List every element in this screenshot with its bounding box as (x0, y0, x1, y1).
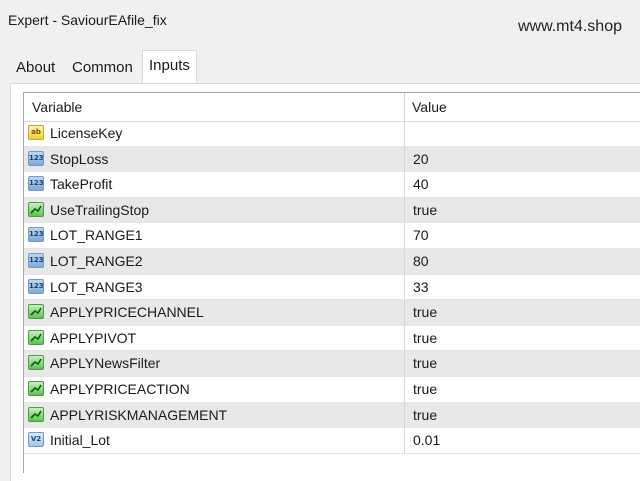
value-cell[interactable]: true (404, 300, 640, 325)
double-type-icon: V2 (28, 432, 44, 448)
tab-inputs[interactable]: Inputs (142, 50, 197, 84)
grid-header: Variable Value (24, 93, 640, 122)
variable-value: 40 (413, 176, 429, 193)
boolean-type-icon (28, 380, 44, 396)
value-cell[interactable]: 20 (404, 146, 640, 172)
variable-cell[interactable]: 123 StopLoss (24, 146, 404, 172)
title-bar: Expert - SaviourEAfile_fix www.mt4.shop (0, 0, 640, 46)
value-cell[interactable]: true (404, 325, 640, 351)
table-row[interactable]: 123 StopLoss 20 (24, 146, 640, 173)
table-row[interactable]: APPLYPRICECHANNEL true (24, 300, 640, 326)
variable-value: 80 (413, 252, 429, 269)
variable-value: true (413, 201, 438, 218)
variable-value: true (413, 355, 438, 372)
table-row[interactable]: APPLYNewsFilter true (24, 351, 640, 377)
variable-name: Initial_Lot (50, 432, 110, 449)
variable-cell[interactable]: ab LicenseKey (24, 121, 404, 146)
tab-common[interactable]: Common (66, 54, 139, 82)
variable-value: 33 (413, 278, 429, 295)
variable-cell[interactable]: 123 LOT_RANGE3 (24, 275, 404, 300)
integer-type-icon: 123 (28, 278, 44, 294)
window-title: Expert - SaviourEAfile_fix (8, 12, 167, 28)
boolean-type-icon (28, 406, 44, 422)
variable-name: LOT_RANGE2 (50, 252, 143, 269)
variable-name: APPLYRISKMANAGEMENT (50, 406, 228, 423)
variable-value: 20 (413, 150, 429, 167)
variable-cell[interactable]: APPLYNewsFilter (24, 351, 404, 376)
table-row[interactable]: APPLYPRICEACTION true (24, 376, 640, 403)
variable-cell[interactable]: 123 LOT_RANGE1 (24, 223, 404, 248)
tab-strip: About Common Inputs (10, 50, 640, 84)
variable-value: true (413, 304, 438, 321)
integer-type-icon: 123 (28, 252, 44, 268)
table-row[interactable]: UseTrailingStop true (24, 197, 640, 224)
table-row[interactable]: 123 LOT_RANGE2 80 (24, 248, 640, 275)
variable-cell[interactable]: APPLYRISKMANAGEMENT (24, 402, 404, 428)
value-cell[interactable]: true (404, 197, 640, 223)
watermark-text: www.mt4.shop (517, 18, 622, 35)
grid-rows: ab LicenseKey 123 StopLoss 20 123 TakeProfit 40… (24, 121, 640, 454)
column-separator[interactable] (404, 93, 405, 121)
column-header-value[interactable]: Value (412, 99, 447, 115)
value-cell[interactable]: 40 (404, 172, 640, 197)
variable-cell[interactable]: APPLYPRICEACTION (24, 377, 404, 402)
table-row[interactable]: ab LicenseKey (24, 121, 640, 147)
value-cell[interactable]: true (404, 351, 640, 376)
variable-cell[interactable]: 123 LOT_RANGE2 (24, 248, 404, 274)
variable-cell[interactable]: 123 TakeProfit (24, 172, 404, 197)
variable-cell[interactable]: UseTrailingStop (24, 197, 404, 223)
value-cell[interactable]: 33 (404, 274, 640, 300)
variable-value: 0.01 (413, 432, 441, 449)
table-row[interactable]: APPLYRISKMANAGEMENT true (24, 402, 640, 429)
inputs-panel: Variable Value ab LicenseKey 123 StopLoss 20… (10, 83, 640, 481)
value-cell[interactable]: 80 (404, 248, 640, 274)
variable-name: APPLYPRICECHANNEL (50, 304, 204, 321)
value-cell[interactable]: 70 (404, 223, 640, 248)
value-cell[interactable]: true (404, 402, 640, 428)
inputs-grid: Variable Value ab LicenseKey 123 StopLoss 20… (23, 92, 640, 473)
variable-value: true (413, 406, 438, 423)
integer-type-icon: 123 (28, 227, 44, 243)
value-cell[interactable] (404, 121, 640, 146)
value-cell[interactable]: 0.01 (404, 428, 640, 453)
boolean-type-icon (28, 304, 44, 320)
variable-name: APPLYPIVOT (50, 329, 137, 346)
variable-name: UseTrailingStop (50, 201, 150, 218)
variable-name: TakeProfit (50, 176, 113, 193)
table-row[interactable]: 123 LOT_RANGE3 33 (24, 274, 640, 301)
variable-name: StopLoss (50, 150, 109, 167)
variable-cell[interactable]: V2 Initial_Lot (24, 428, 404, 453)
boolean-type-icon (28, 355, 44, 371)
variable-name: LOT_RANGE3 (50, 278, 143, 295)
string-type-icon: ab (28, 125, 44, 140)
integer-type-icon: 123 (28, 176, 44, 192)
table-row[interactable]: APPLYPIVOT true (24, 325, 640, 352)
table-row[interactable]: V2 Initial_Lot 0.01 (24, 428, 640, 454)
boolean-type-icon (28, 329, 44, 345)
variable-cell[interactable]: APPLYPRICECHANNEL (24, 300, 404, 325)
value-cell[interactable]: true (404, 376, 640, 402)
table-row[interactable]: 123 TakeProfit 40 (24, 172, 640, 198)
tab-about[interactable]: About (10, 54, 61, 82)
variable-cell[interactable]: APPLYPIVOT (24, 326, 404, 351)
variable-name: APPLYNewsFilter (50, 355, 161, 372)
variable-value: true (413, 329, 438, 346)
integer-type-icon: 123 (28, 150, 44, 166)
table-row[interactable]: 123 LOT_RANGE1 70 (24, 223, 640, 249)
variable-name: LOT_RANGE1 (50, 227, 143, 244)
variable-name: APPLYPRICEACTION (50, 380, 190, 397)
column-header-variable[interactable]: Variable (32, 99, 82, 115)
variable-value: 70 (413, 227, 429, 244)
variable-value: true (413, 380, 438, 397)
boolean-type-icon (28, 201, 44, 217)
variable-name: LicenseKey (50, 125, 123, 141)
